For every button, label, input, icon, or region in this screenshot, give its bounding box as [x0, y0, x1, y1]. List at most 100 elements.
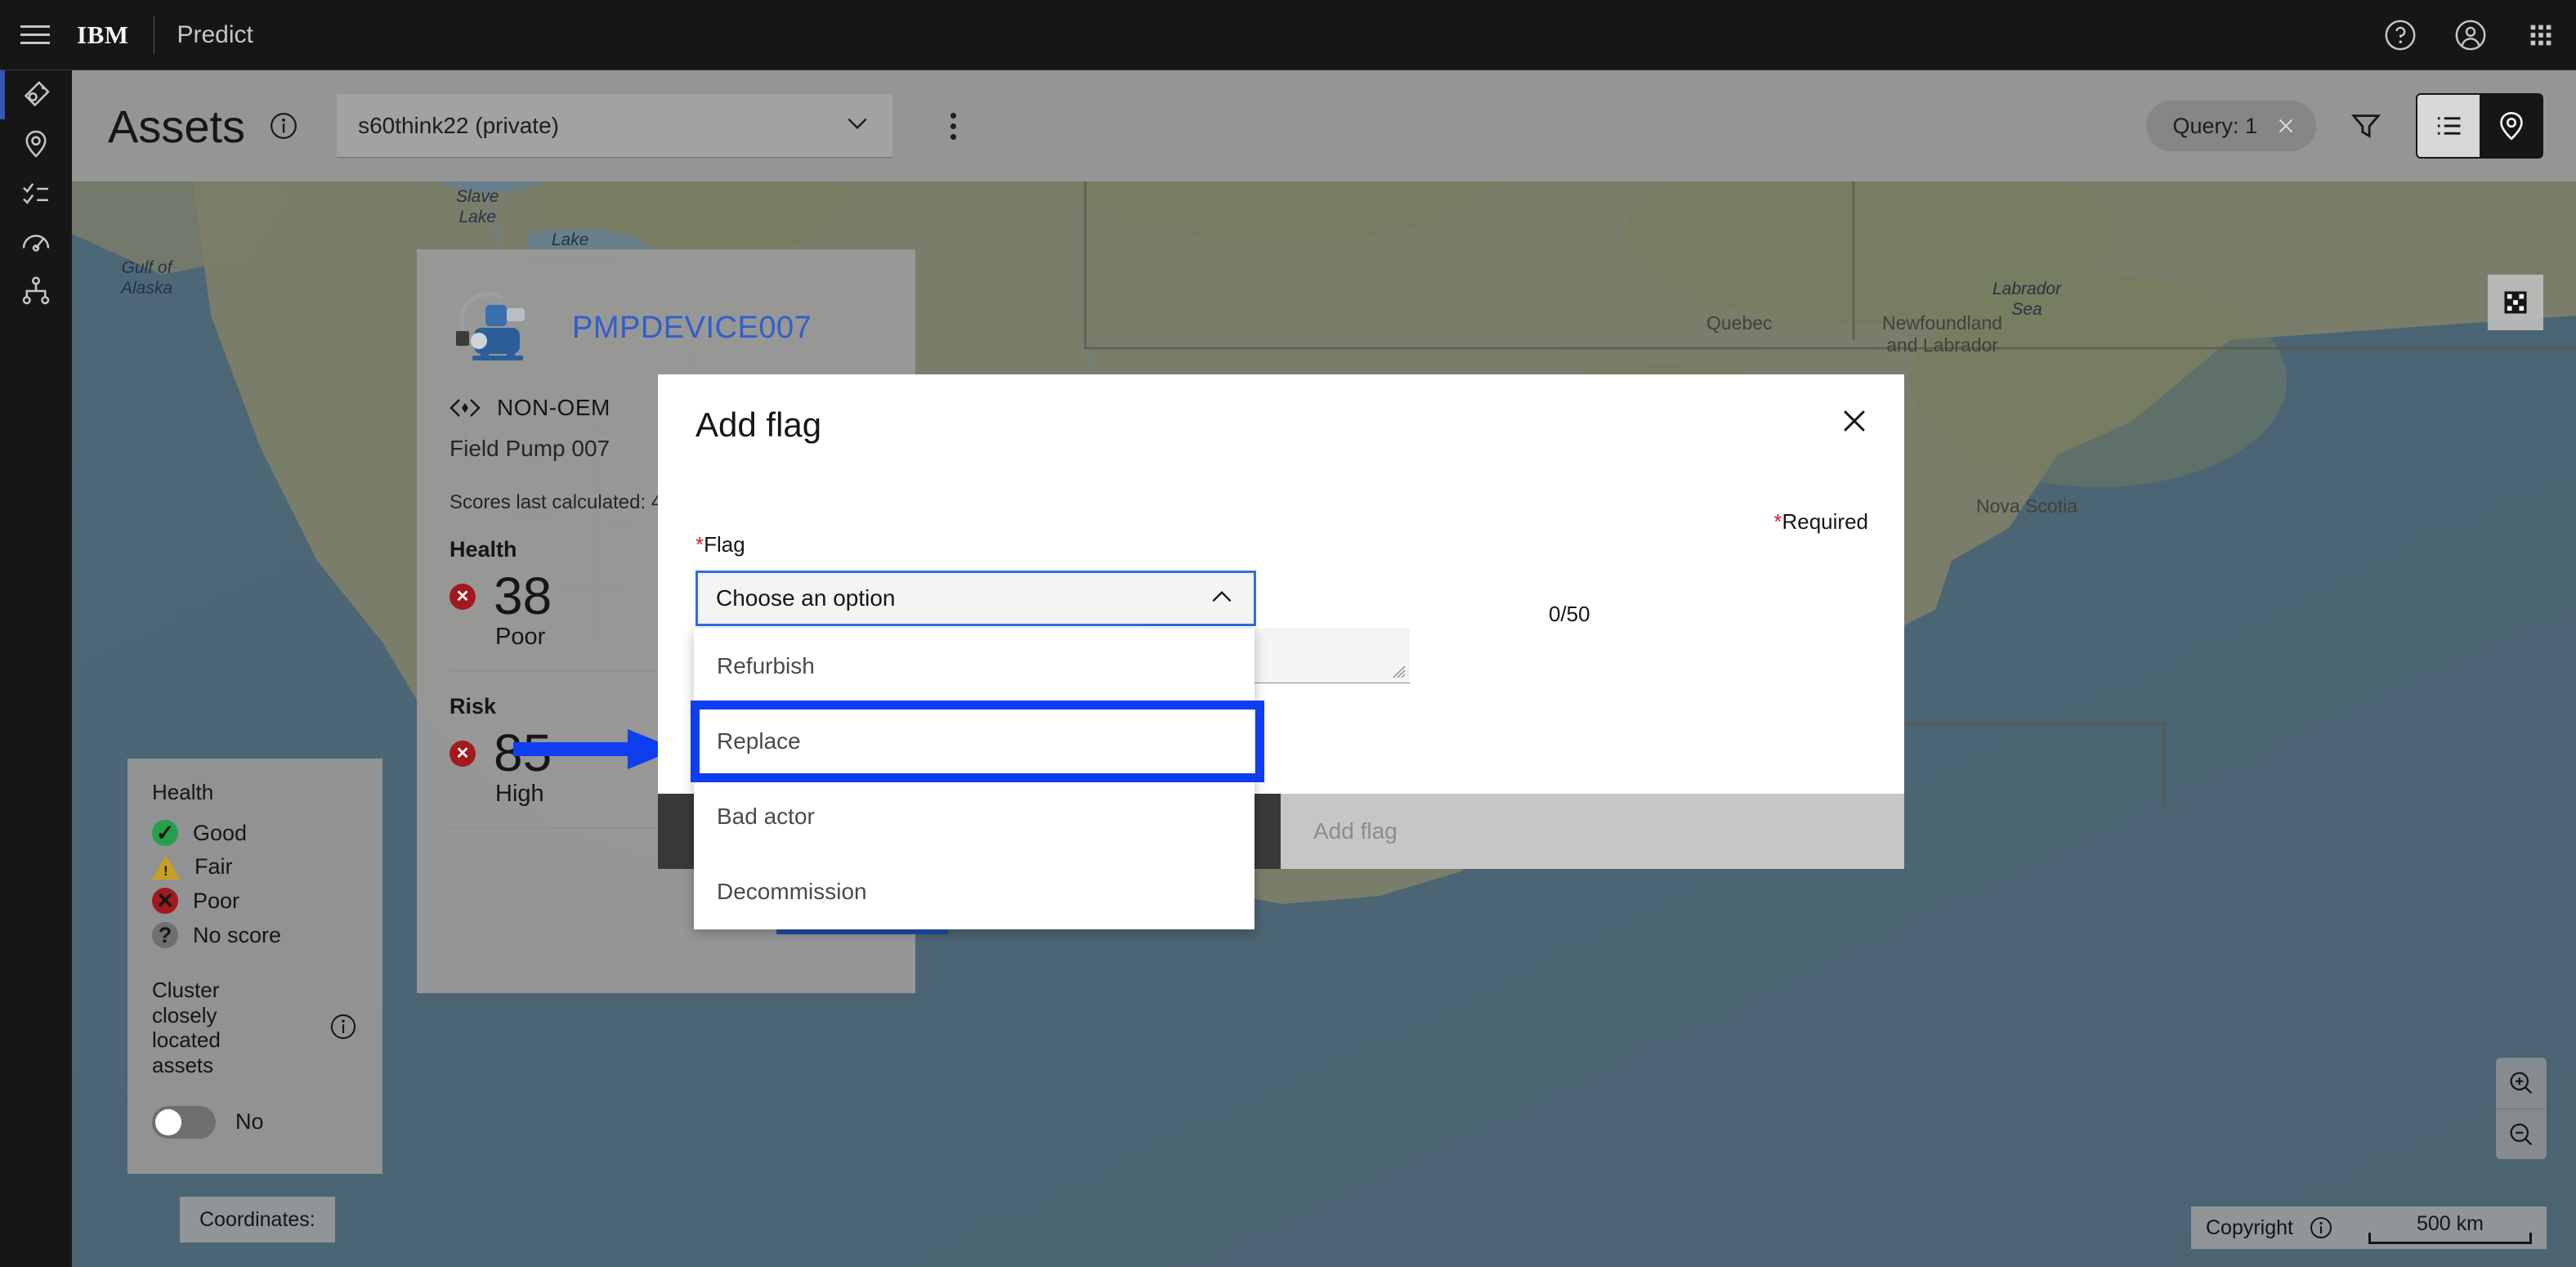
- zoom-out-button[interactable]: [2496, 1108, 2547, 1159]
- application-root: GreatSlaveLake LakeAthabasca Gulf ofAlas…: [0, 0, 2576, 1267]
- gauge-icon: [22, 235, 50, 252]
- map-view-icon: [2500, 111, 2523, 141]
- code-icon: [449, 399, 481, 417]
- resize-handle-icon: [1393, 665, 1406, 678]
- cluster-toggle-state: No: [235, 1109, 264, 1135]
- query-chip[interactable]: Query: 1: [2146, 101, 2316, 151]
- warning-triangle-icon: [152, 854, 180, 880]
- flag-option-refurbish-label: Refurbish: [717, 653, 815, 678]
- information-icon[interactable]: [2308, 1215, 2334, 1241]
- flag-field-label: *Flag: [695, 532, 745, 557]
- cluster-toggle-knob: [155, 1108, 181, 1135]
- product-name[interactable]: Predict: [177, 21, 253, 49]
- map-scale-bar: 500 km: [2368, 1212, 2532, 1244]
- flag-option-refurbish[interactable]: Refurbish: [694, 629, 1254, 704]
- user-avatar-icon: [2455, 20, 2486, 50]
- chevron-down-icon: [843, 110, 871, 141]
- flag-option-replace-label: Replace: [717, 728, 801, 754]
- cluster-info-button[interactable]: [329, 1012, 358, 1045]
- error-circle-icon: ✕: [152, 888, 178, 914]
- page-header-bar: Assets s60think22 (private) Query: 1: [72, 70, 2576, 181]
- flag-option-replace-wrapper: Replace: [691, 701, 1264, 782]
- cluster-setting: Cluster closely located assets: [152, 978, 358, 1078]
- error-circle-icon: ✕: [449, 583, 476, 610]
- legend-item-no-score: ? No score: [152, 922, 358, 948]
- product-shell-header: IBM Predict: [0, 0, 2576, 70]
- map-layers-button[interactable]: [2488, 275, 2543, 330]
- view-toggle-list[interactable]: [2416, 93, 2480, 159]
- flag-select-control[interactable]: Choose an option: [695, 571, 1256, 626]
- account-button[interactable]: [2435, 0, 2506, 70]
- zoom-in-icon: [2510, 1072, 2533, 1095]
- header-right-controls: Query: 1: [2146, 93, 2543, 159]
- legend-label-poor: Poor: [193, 888, 240, 913]
- page-info-button[interactable]: [268, 110, 299, 141]
- map-legend-panel: Health ✓ Good Fair ✕ Poor ? No score Clu…: [127, 759, 382, 1174]
- modal-submit-button[interactable]: Add flag: [1281, 794, 1904, 869]
- page-title: Assets: [108, 100, 246, 152]
- flag-select-menu[interactable]: Refurbish Replace Bad actor Decommission: [691, 629, 1264, 929]
- modal-submit-label: Add flag: [1313, 818, 1398, 844]
- chevron-up-icon: [1208, 583, 1236, 615]
- coordinates-label: Coordinates:: [199, 1207, 315, 1231]
- close-icon[interactable]: [2274, 114, 2298, 138]
- map-pin-icon: [25, 130, 47, 158]
- flag-select-value: Choose an option: [716, 585, 896, 611]
- filter-button[interactable]: [2339, 99, 2393, 153]
- sidebar-item-performance[interactable]: [0, 217, 72, 266]
- dataset-selector[interactable]: s60think22 (private): [337, 94, 893, 158]
- map-scale-rule: [2368, 1232, 2532, 1244]
- dataset-selector-value: s60think22 (private): [358, 112, 559, 138]
- cluster-label: Cluster closely located assets: [152, 978, 221, 1078]
- map-layers-icon: [2504, 291, 2527, 314]
- unknown-circle-icon: ?: [152, 922, 178, 948]
- checklist-icon: [23, 183, 48, 204]
- check-circle-icon: ✓: [152, 820, 178, 846]
- modal-close-button[interactable]: [1831, 397, 1878, 445]
- flag-option-replace[interactable]: Replace: [694, 704, 1254, 779]
- flag-option-bad-actor[interactable]: Bad actor: [694, 779, 1254, 854]
- overflow-menu-button[interactable]: [930, 103, 976, 149]
- help-button[interactable]: [2365, 0, 2435, 70]
- error-circle-icon: ✕: [449, 740, 476, 767]
- flag-option-decommission[interactable]: Decommission: [694, 854, 1254, 929]
- modal-required-note: *Required: [1773, 509, 1868, 535]
- sidebar-item-hierarchy[interactable]: [0, 266, 72, 316]
- sidebar-item-locations[interactable]: [0, 119, 72, 168]
- modal-title: Add flag: [695, 405, 822, 444]
- shell-right-actions: [2365, 0, 2576, 70]
- asset-oem-label: NON-OEM: [497, 395, 610, 420]
- information-icon: [330, 1014, 356, 1040]
- sidebar-item-work-orders[interactable]: [0, 168, 72, 217]
- zoom-in-button[interactable]: [2496, 1058, 2547, 1108]
- flag-option-decommission-label: Decommission: [717, 879, 867, 904]
- hamburger-icon: [20, 25, 50, 28]
- app-switcher-button[interactable]: [2506, 0, 2576, 70]
- view-toggle-map[interactable]: [2480, 93, 2543, 159]
- asset-name-link[interactable]: PMPDEVICE007: [572, 311, 812, 346]
- view-toggle[interactable]: [2416, 93, 2543, 159]
- legend-title: Health: [152, 780, 214, 804]
- hamburger-menu-button[interactable]: [0, 0, 70, 70]
- ibm-logo: IBM: [77, 20, 129, 49]
- map-zoom-controls[interactable]: [2496, 1058, 2547, 1159]
- flag-option-bad-actor-label: Bad actor: [717, 804, 815, 829]
- health-score-value: 38: [494, 566, 552, 625]
- help-icon: [2385, 20, 2416, 50]
- required-asterisk: *: [1773, 509, 1782, 534]
- app-switcher-icon: [2530, 25, 2551, 45]
- legend-label-good: Good: [193, 820, 248, 845]
- sidebar-item-assets[interactable]: [0, 70, 72, 119]
- close-icon: [1844, 410, 1865, 432]
- notes-character-counter: 0/50: [1549, 602, 1590, 626]
- information-icon: [271, 113, 297, 139]
- query-chip-label: Query: 1: [2172, 113, 2257, 138]
- flag-required-asterisk: *: [695, 532, 704, 557]
- cluster-toggle[interactable]: [152, 1105, 216, 1139]
- coordinates-readout: Coordinates:: [180, 1197, 335, 1242]
- copyright-label: Copyright: [2206, 1216, 2293, 1239]
- map-attribution: Copyright 500 km: [2191, 1207, 2547, 1249]
- left-nav-rail: [0, 70, 72, 1267]
- hierarchy-icon: [22, 276, 50, 305]
- asset-tag-icon: [24, 81, 50, 107]
